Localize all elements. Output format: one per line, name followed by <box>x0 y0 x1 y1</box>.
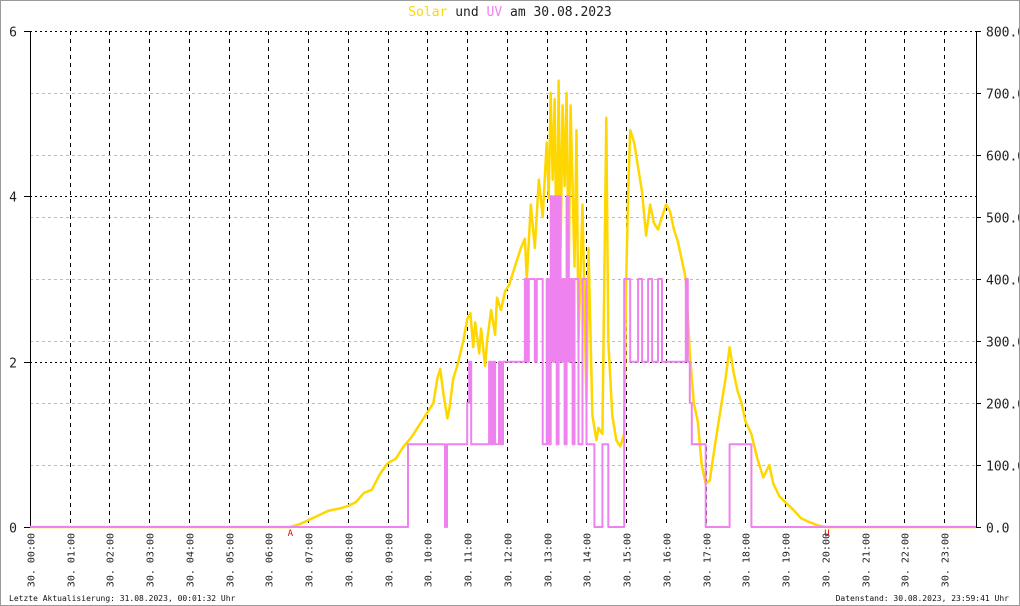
x-tick-label: 30. 19:00 <box>782 533 793 587</box>
x-tick-label: 30. 21:00 <box>862 533 873 587</box>
x-tick-label: 30. 23:00 <box>941 533 952 587</box>
footer-last-update: Letzte Aktualisierung: 31.08.2023, 00:01… <box>9 594 236 603</box>
left-tick-label: 6 <box>9 26 17 41</box>
x-tick-label: 30. 06:00 <box>265 533 276 587</box>
x-tick-label: 30. 05:00 <box>226 533 237 587</box>
x-tick-label: 30. 00:00 <box>27 533 38 587</box>
x-tick-label: 30. 14:00 <box>583 533 594 587</box>
x-tick-label: 30. 11:00 <box>464 533 475 587</box>
x-tick-label: 30. 08:00 <box>345 533 356 587</box>
x-tick-label: 30. 15:00 <box>623 533 634 587</box>
marker-u: U <box>824 529 829 539</box>
left-tick-label: 4 <box>9 191 17 206</box>
left-tick-label: 0 <box>9 522 17 537</box>
right-tick-label: 100.0 <box>986 460 1019 475</box>
right-tick-label: 300.0 <box>986 336 1019 351</box>
marker-a: A <box>288 529 294 539</box>
x-tick-label: 30. 17:00 <box>703 533 714 587</box>
series-solar <box>30 79 976 529</box>
x-tick-label: 30. 02:00 <box>106 533 117 587</box>
x-tick-label: 30. 10:00 <box>424 533 435 587</box>
right-tick-label: 200.0 <box>986 398 1019 413</box>
x-tick-label: 30. 09:00 <box>385 533 396 587</box>
x-tick-label: 30. 18:00 <box>742 533 753 587</box>
right-tick-label: 800.0 <box>986 26 1019 41</box>
series-uv <box>30 195 976 528</box>
right-tick-label: 0.0 <box>986 522 1009 537</box>
x-tick-label: 30. 20:00 <box>822 533 833 587</box>
left-tick-label: 2 <box>9 357 17 372</box>
chart-frame: Solar und UV am 30.08.2023 0.0100.0200.0… <box>0 0 1020 606</box>
x-tick-label: 30. 16:00 <box>663 533 674 587</box>
x-tick-label: 30. 04:00 <box>186 533 197 587</box>
footer-data-status: Datenstand: 30.08.2023, 23:59:41 Uhr <box>835 594 1009 603</box>
x-tick-label: 30. 22:00 <box>901 533 912 587</box>
x-tick-label: 30. 12:00 <box>504 533 515 587</box>
x-tick-label: 30. 13:00 <box>544 533 555 587</box>
right-tick-label: 400.0 <box>986 274 1019 289</box>
right-tick-label: 600.0 <box>986 150 1019 165</box>
right-tick-label: 500.0 <box>986 212 1019 227</box>
x-tick-label: 30. 03:00 <box>146 533 157 587</box>
x-tick-label: 30. 07:00 <box>305 533 316 587</box>
x-tick-label: 30. 01:00 <box>67 533 78 587</box>
chart-plot: 0.0 100.0 200.0 300.0 400.0 500.0 600.0 700.0 80… <box>9 26 1019 588</box>
right-tick-label: 700.0 <box>986 88 1019 103</box>
